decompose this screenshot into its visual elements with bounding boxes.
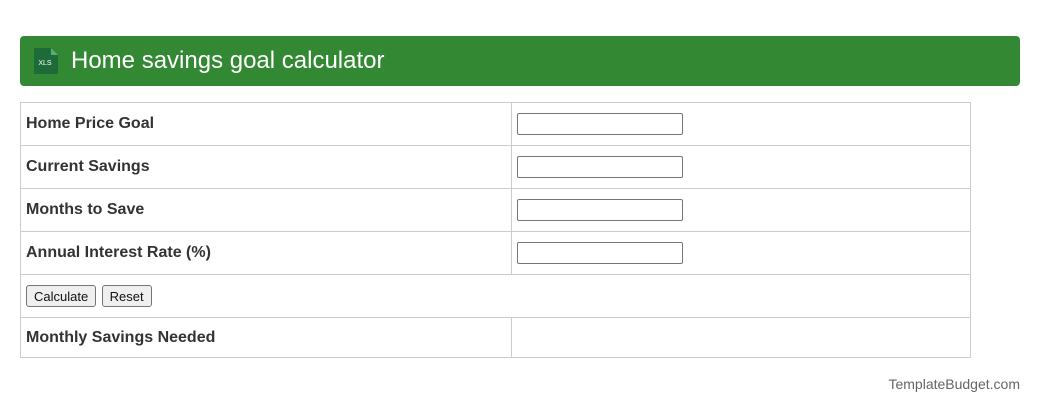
current-savings-input[interactable] [517, 156, 683, 178]
input-cell [511, 231, 971, 275]
input-cell [511, 145, 971, 189]
annual-interest-rate-label: Annual Interest Rate (%) [20, 231, 512, 275]
home-price-goal-input[interactable] [517, 113, 683, 135]
table-row: Annual Interest Rate (%) [20, 231, 971, 275]
reset-button[interactable]: Reset [101, 285, 152, 307]
button-row: Calculate Reset [20, 274, 971, 318]
xls-icon: XLS [34, 48, 58, 74]
annual-interest-rate-input[interactable] [517, 242, 683, 264]
table-row: Monthly Savings Needed [20, 317, 971, 358]
page-title: Home savings goal calculator [71, 47, 385, 74]
monthly-savings-needed-value [511, 317, 971, 358]
months-to-save-label: Months to Save [20, 188, 512, 232]
calculate-button[interactable]: Calculate [26, 285, 97, 307]
current-savings-label: Current Savings [20, 145, 512, 189]
input-cell [511, 102, 971, 146]
monthly-savings-needed-label: Monthly Savings Needed [20, 317, 512, 358]
table-row: Home Price Goal [20, 102, 971, 146]
page-header: XLS Home savings goal calculator [20, 36, 1020, 86]
months-to-save-input[interactable] [517, 199, 683, 221]
calculator-table: Home Price Goal Current Savings Months t… [20, 102, 971, 358]
footer-brand: TemplateBudget.com [888, 376, 1020, 392]
home-price-goal-label: Home Price Goal [20, 102, 512, 146]
table-row: Months to Save [20, 188, 971, 232]
table-row: Current Savings [20, 145, 971, 189]
xls-icon-text: XLS [38, 60, 52, 67]
table-row: Calculate Reset [20, 274, 971, 318]
input-cell [511, 188, 971, 232]
